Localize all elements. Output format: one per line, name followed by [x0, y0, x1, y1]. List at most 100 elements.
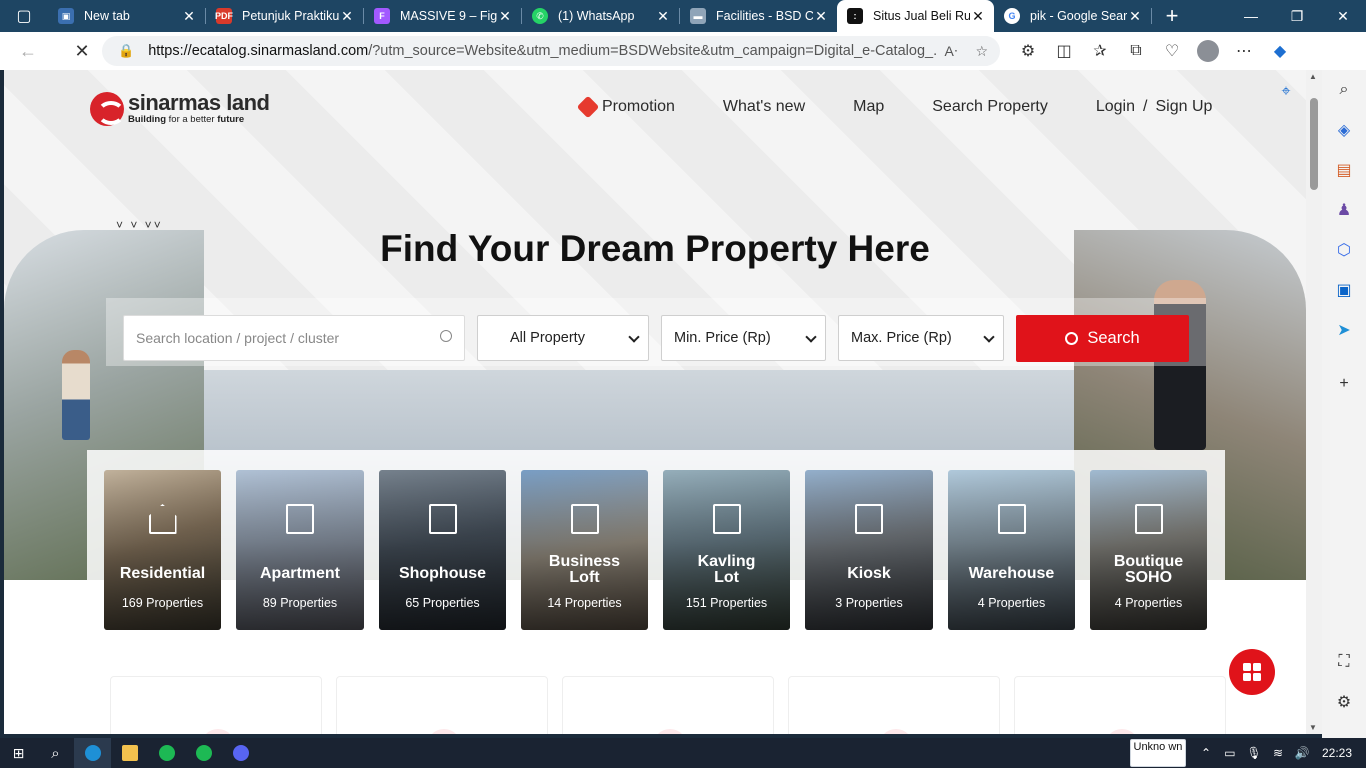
logo-tagline: Building for a better future: [128, 114, 245, 125]
outlook-icon[interactable]: ▣: [1326, 270, 1362, 310]
new-tab-button[interactable]: +: [1152, 0, 1192, 32]
visual-search-icon[interactable]: ⌖: [1274, 80, 1298, 104]
feature-card[interactable]: [788, 676, 1000, 734]
close-icon[interactable]: ✕: [497, 8, 513, 25]
search-button[interactable]: Search: [1016, 315, 1189, 362]
min-price-select[interactable]: Min. Price (Rp): [661, 315, 826, 361]
lock-icon[interactable]: 🔒: [118, 43, 134, 59]
battery-icon[interactable]: ▭: [1218, 746, 1242, 760]
copilot-sidebar-icon[interactable]: ⬡: [1326, 230, 1362, 270]
tab-whatsapp[interactable]: ✆ (1) WhatsApp ✕: [522, 0, 679, 32]
feature-card[interactable]: [110, 676, 322, 734]
signup-link[interactable]: Sign Up: [1155, 98, 1212, 116]
sinarmas-icon: :: [847, 8, 863, 24]
category-kiosk[interactable]: Kiosk 3 Properties: [805, 470, 933, 630]
hero-title: Find Your Dream Property Here: [380, 228, 930, 269]
logo-name: sinarmas land: [128, 90, 270, 115]
category-warehouse[interactable]: Warehouse 4 Properties: [948, 470, 1075, 630]
collections-icon[interactable]: ⧉: [1118, 33, 1154, 69]
login-link[interactable]: Login: [1096, 98, 1135, 116]
tools-icon[interactable]: ▤: [1326, 150, 1362, 190]
feature-card[interactable]: [1014, 676, 1226, 734]
scroll-down-icon[interactable]: ▼: [1309, 723, 1317, 732]
split-screen-icon[interactable]: ◫: [1046, 33, 1082, 69]
windows-start-icon[interactable]: ⊞: [0, 738, 37, 768]
close-icon[interactable]: ✕: [970, 8, 986, 25]
warehouse-icon: [997, 504, 1026, 534]
quick-menu-button[interactable]: [1229, 649, 1275, 695]
nav-map[interactable]: Map: [853, 98, 884, 116]
scroll-thumb[interactable]: [1310, 98, 1318, 190]
close-window-icon[interactable]: ✕: [1320, 0, 1366, 32]
page-scrollbar[interactable]: ▲ ▼: [1306, 70, 1322, 734]
category-residential[interactable]: Residential 169 Properties: [104, 470, 221, 630]
performance-icon[interactable]: ♡: [1154, 33, 1190, 69]
close-icon[interactable]: ✕: [181, 8, 197, 25]
category-business-loft[interactable]: Business Loft 14 Properties: [521, 470, 648, 630]
category-boutique-soho[interactable]: Boutique SOHO 4 Properties: [1090, 470, 1207, 630]
profile-avatar[interactable]: [1190, 33, 1226, 69]
close-icon[interactable]: ✕: [1127, 8, 1143, 25]
window-controls: — ❐ ✕: [1228, 0, 1366, 32]
settings-icon[interactable]: ⚙: [1326, 682, 1362, 722]
category-shophouse[interactable]: Shophouse 65 Properties: [379, 470, 506, 630]
max-price-select[interactable]: Max. Price (Rp): [838, 315, 1004, 361]
shopping-tag-icon[interactable]: ◈: [1326, 110, 1362, 150]
search-icon[interactable]: ⌕: [1326, 70, 1362, 110]
feature-card[interactable]: [562, 676, 774, 734]
screenshot-icon[interactable]: ⛶: [1326, 642, 1362, 682]
chevron-down-icon: [628, 331, 640, 343]
edge-taskbar-icon[interactable]: [74, 738, 111, 768]
url-field[interactable]: 🔒 https://ecatalog.sinarmasland.com/?utm…: [102, 36, 1000, 66]
microphone-icon[interactable]: 🎙: [1242, 746, 1266, 760]
nav-search-property[interactable]: Search Property: [932, 98, 1048, 116]
copilot-icon[interactable]: ◆: [1262, 33, 1298, 69]
close-icon[interactable]: ✕: [813, 8, 829, 25]
clock[interactable]: 22:23: [1322, 746, 1352, 760]
nav-promotion[interactable]: Promotion: [576, 95, 675, 119]
tab-actions-icon[interactable]: ▢: [0, 0, 48, 32]
close-icon[interactable]: ✕: [339, 8, 355, 25]
search-placeholder: Search location / project / cluster: [136, 330, 340, 346]
favorites-icon[interactable]: ✰: [1082, 33, 1118, 69]
extensions-icon[interactable]: ⚙: [1010, 33, 1046, 69]
back-icon[interactable]: ←: [10, 33, 46, 69]
add-icon[interactable]: +: [1326, 364, 1362, 404]
spotify-icon[interactable]: [148, 738, 185, 768]
discord-icon[interactable]: [222, 738, 259, 768]
tab-new-tab[interactable]: ▣ New tab ✕: [48, 0, 205, 32]
games-icon[interactable]: ♟: [1326, 190, 1362, 230]
more-menu-icon[interactable]: ⋯: [1226, 33, 1262, 69]
tab-facilities[interactable]: ▬ Facilities - BSD Ci ✕: [680, 0, 837, 32]
nav-whats-new[interactable]: What's new: [723, 98, 805, 116]
chevron-up-icon[interactable]: ⌃: [1194, 746, 1218, 760]
spotify-icon[interactable]: [185, 738, 222, 768]
tab-petunjuk[interactable]: PDF Petunjuk Praktiku ✕: [206, 0, 363, 32]
file-explorer-icon[interactable]: [111, 738, 148, 768]
tab-title: (1) WhatsApp: [558, 9, 635, 23]
feature-card[interactable]: [336, 676, 548, 734]
tab-massive[interactable]: F MASSIVE 9 – FigJ ✕: [364, 0, 521, 32]
taskbar-search-icon[interactable]: ⌕: [37, 738, 74, 768]
wifi-icon[interactable]: ≋: [1266, 746, 1290, 760]
tab-sinarmas[interactable]: : Situs Jual Beli Ru ✕: [837, 0, 994, 32]
volume-icon[interactable]: 🔊: [1290, 746, 1314, 760]
stop-loading-icon[interactable]: ✕: [64, 33, 100, 69]
office-icon: [570, 504, 599, 534]
weather-widget[interactable]: Unkno wn: [1129, 739, 1186, 767]
chevron-down-icon: [983, 331, 995, 343]
favorite-star-icon[interactable]: ☆: [975, 43, 988, 60]
tab-google[interactable]: G pik - Google Sear ✕: [994, 0, 1151, 32]
layers-icon: [712, 504, 741, 534]
minimize-icon[interactable]: —: [1228, 0, 1274, 32]
close-icon[interactable]: ✕: [655, 8, 671, 25]
property-type-select[interactable]: All Property: [477, 315, 649, 361]
site-logo[interactable]: sinarmas land Building for a better futu…: [90, 90, 270, 126]
read-aloud-icon[interactable]: Aᐧ: [945, 43, 958, 60]
send-icon[interactable]: ➤: [1326, 310, 1362, 350]
scroll-up-icon[interactable]: ▲: [1309, 72, 1317, 81]
restore-icon[interactable]: ❐: [1274, 0, 1320, 32]
category-apartment[interactable]: Apartment 89 Properties: [236, 470, 364, 630]
search-input[interactable]: Search location / project / cluster: [123, 315, 465, 361]
category-kavling-lot[interactable]: Kavling Lot 151 Properties: [663, 470, 790, 630]
